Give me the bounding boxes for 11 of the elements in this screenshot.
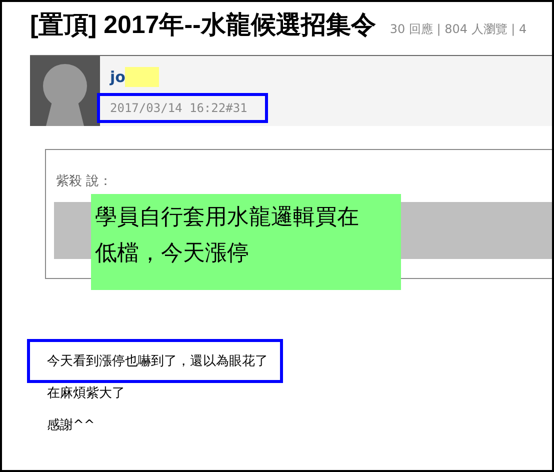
post-timestamp: 2017/03/14 16:22#31 (97, 93, 268, 123)
reply-text: 在麻煩紫大了 (46, 385, 126, 403)
quote-attribution: 紫殺 說： (55, 173, 114, 190)
note-text: 學員自行套用水龍邏輯買在 (95, 204, 360, 232)
post-stats: 30 回應 | 804 人瀏覽 | 4 (390, 21, 527, 38)
reply-text: 感謝^^ (46, 417, 96, 435)
post-title: [置頂] 2017年--水龍候選招集令 (30, 10, 376, 41)
author-name[interactable]: jo (110, 68, 126, 86)
note-text: 低檔，今天漲停 (95, 240, 250, 268)
avatar-icon (30, 56, 100, 126)
reply-text: 今天看到漲停也嚇到了，還以為眼花了 (27, 339, 283, 383)
